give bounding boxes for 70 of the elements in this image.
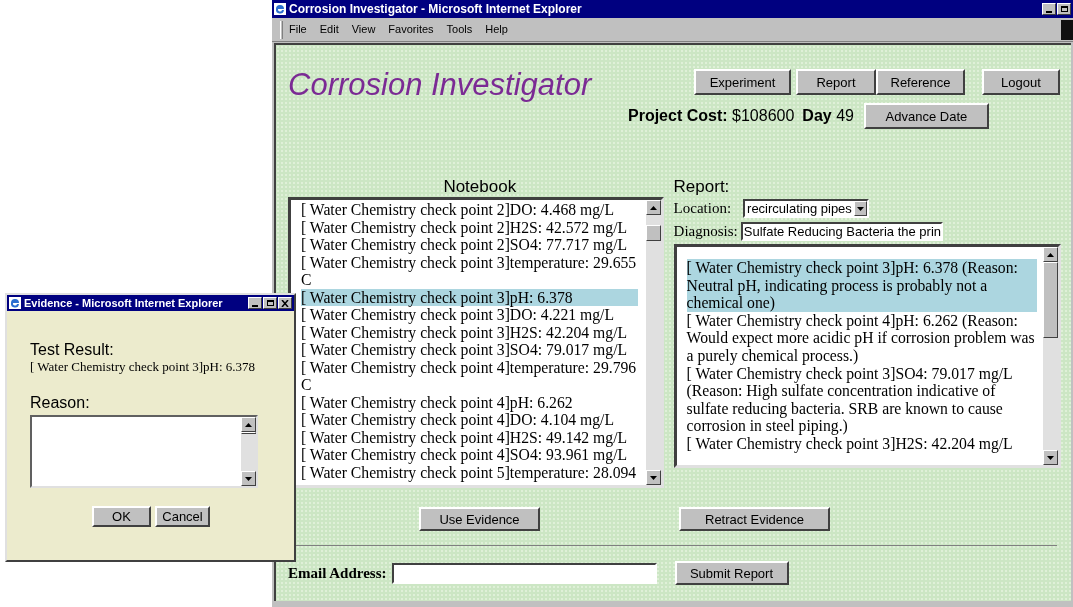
test-result-value: [ Water Chemistry check point 3]pH: 6.378 xyxy=(30,359,257,375)
diagnosis-field[interactable]: Sulfate Reducing Bacteria the prin xyxy=(740,222,943,241)
throbber-icon xyxy=(1061,19,1073,40)
retract-evidence-button[interactable]: Retract Evidence xyxy=(679,507,830,531)
nav-button[interactable]: Reference xyxy=(876,69,965,95)
notebook-entry[interactable]: [ Water Chemistry check point 4]temperature: 29.796 C xyxy=(301,358,638,394)
notebook-list[interactable] xyxy=(288,197,664,488)
project-cost: Project Cost: $108600 xyxy=(628,106,795,126)
up-arrow-icon[interactable] xyxy=(245,422,252,427)
reason-label: Reason: xyxy=(30,394,91,412)
email-field[interactable] xyxy=(391,562,657,584)
up-arrow-icon[interactable] xyxy=(1047,252,1054,257)
nav-button[interactable]: Logout xyxy=(982,69,1060,95)
notebook-entry[interactable]: [ Water Chemistry check point 3]temperature: 29.655 C xyxy=(301,253,638,289)
report-entry[interactable]: [ Water Chemistry check point 4]pH: 6.262 (Reason: Would expect more acidic pH if corrosion problem was a purely chemical process.) xyxy=(686,311,1037,365)
report-entry[interactable]: [ Water Chemistry check point 3]SO4: 79.017 mg/L (Reason: High sulfate concentration indicative of sulfate reducing bacteria. SRB are known to cause corrosion in steel piping.) xyxy=(686,364,1037,435)
notebook-entry[interactable]: [ Water Chemistry check point 3]H2S: 42.204 mg/L xyxy=(301,323,638,341)
location-label: Location: xyxy=(673,199,732,219)
window-title: Evidence - Microsoft Internet Explorer xyxy=(24,295,224,311)
report-list[interactable] xyxy=(673,244,1061,468)
submit-report-button[interactable]: Submit Report xyxy=(674,561,789,585)
advance-date-button[interactable]: Advance Date xyxy=(863,103,989,129)
diagnosis-label: Diagnosis: xyxy=(673,222,738,242)
restore-icon[interactable] xyxy=(263,297,277,309)
down-arrow-icon[interactable] xyxy=(245,476,252,481)
notebook-entry[interactable]: [ Water Chemistry check point 3]pH: 6.378 xyxy=(301,288,638,306)
notebook-entry[interactable]: [ Water Chemistry check point 3]DO: 4.221 mg/L xyxy=(301,306,638,324)
down-arrow-icon[interactable] xyxy=(1047,455,1054,460)
notebook-entry[interactable]: [ Water Chemistry check point 2]DO: 4.468 mg/L xyxy=(301,201,638,219)
notebook-entry[interactable]: [ Water Chemistry check point 5]temperature: 28.094 xyxy=(301,463,638,481)
notebook-entry[interactable]: [ Water Chemistry check point 4]SO4: 93.961 mg/L xyxy=(301,446,638,464)
menu-item[interactable]: View xyxy=(351,21,376,38)
notebook-heading: Notebook xyxy=(442,177,518,196)
dialog-button[interactable]: OK xyxy=(92,506,151,527)
notebook-entry[interactable]: [ Water Chemistry check point 2]SO4: 77.717 mg/L xyxy=(301,236,638,254)
menu-item[interactable]: Edit xyxy=(319,21,339,38)
scrollbar[interactable] xyxy=(1043,247,1058,465)
nav-button[interactable]: Experiment xyxy=(694,69,791,95)
report-entry[interactable]: [ Water Chemistry check point 3]H2S: 42.204 mg/L xyxy=(686,434,1037,453)
day-counter: Day 49 xyxy=(802,106,854,126)
up-arrow-icon[interactable] xyxy=(649,205,657,210)
scrollbar[interactable] xyxy=(241,417,256,486)
location-dropdown[interactable]: recirculating pipes xyxy=(743,199,869,218)
menu-item[interactable]: Tools xyxy=(446,21,473,38)
browser-icon xyxy=(9,297,21,309)
menu-item[interactable]: File xyxy=(289,21,307,38)
scrollbar[interactable] xyxy=(645,200,661,485)
email-label: Email Address: xyxy=(288,563,387,583)
report-heading: Report: xyxy=(673,177,731,196)
browser-icon xyxy=(274,3,286,15)
report-entry[interactable]: [ Water Chemistry check point 3]pH: 6.378 (Reason: Neutral pH, indicating process is probably not a chemical one) xyxy=(686,259,1037,312)
test-result-label: Test Result: xyxy=(30,341,115,359)
minimize-icon[interactable] xyxy=(1042,3,1056,15)
restore-icon[interactable] xyxy=(1057,3,1071,15)
menu-item[interactable]: Favorites xyxy=(388,21,434,38)
notebook-entry[interactable]: [ Water Chemistry check point 4]H2S: 49.142 mg/L xyxy=(301,428,638,446)
notebook-entry[interactable]: [ Water Chemistry check point 2]H2S: 42.572 mg/L xyxy=(301,218,638,236)
down-arrow-icon[interactable] xyxy=(649,475,657,480)
notebook-entry[interactable]: [ Water Chemistry check point 4]DO: 4.104 mg/L xyxy=(301,411,638,429)
minimize-icon[interactable] xyxy=(248,297,262,309)
close-icon[interactable] xyxy=(278,297,292,309)
nav-button[interactable]: Report xyxy=(796,69,876,95)
menu-item[interactable]: Help xyxy=(485,21,508,38)
window-title: Corrosion Investigator - Microsoft Internet Explorer xyxy=(289,1,583,18)
down-arrow-icon[interactable] xyxy=(856,206,864,211)
dialog-button[interactable]: Cancel xyxy=(155,506,210,527)
use-evidence-button[interactable]: Use Evidence xyxy=(419,507,540,531)
notebook-entry[interactable]: [ Water Chemistry check point 3]SO4: 79.017 mg/L xyxy=(301,341,638,359)
notebook-entry[interactable]: [ Water Chemistry check point 4]pH: 6.262 xyxy=(301,393,638,411)
reason-field[interactable] xyxy=(30,415,258,488)
